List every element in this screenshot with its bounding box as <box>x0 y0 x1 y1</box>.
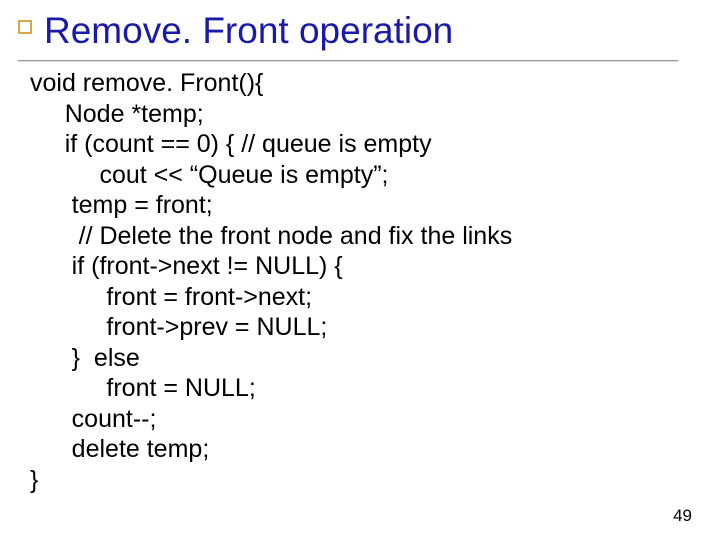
code-line: // Delete the front node and fix the lin… <box>30 222 512 250</box>
code-line: temp = front; <box>30 191 213 219</box>
code-block: void remove. Front(){ Node *temp; if (co… <box>30 68 512 495</box>
code-line: if (front->next != NULL) { <box>30 252 343 280</box>
code-line: } <box>30 466 38 494</box>
code-line: cout << “Queue is empty”; <box>30 161 388 189</box>
code-line: front = NULL; <box>30 374 256 402</box>
code-line: Node *temp; <box>30 100 204 128</box>
code-line: front = front->next; <box>30 283 312 311</box>
title-accent-square <box>18 20 32 34</box>
code-line: count--; <box>30 405 156 433</box>
slide-title: Remove. Front operation <box>44 10 453 52</box>
code-line: } else <box>30 344 140 372</box>
page-number: 49 <box>673 506 692 526</box>
slide: Remove. Front operation void remove. Fro… <box>0 0 720 540</box>
code-line: void remove. Front(){ <box>30 69 263 97</box>
code-line: if (count == 0) { // queue is empty <box>30 130 432 158</box>
code-line: delete temp; <box>30 435 209 463</box>
code-line: front->prev = NULL; <box>30 313 327 341</box>
title-underline <box>18 60 678 62</box>
